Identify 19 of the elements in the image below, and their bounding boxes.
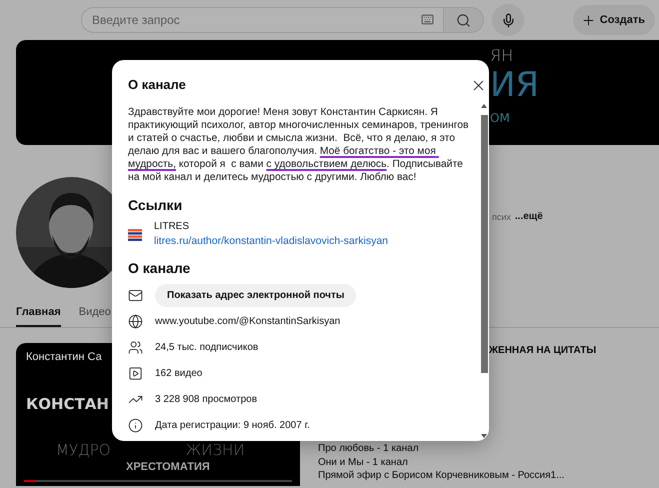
detail-text: Дата регистрации: 9 нояб. 2007 г.	[155, 420, 310, 430]
detail-text: 24,5 тыс. подписчиков	[155, 342, 258, 352]
section-heading: О канале	[128, 259, 192, 277]
link-title: LITRES	[154, 220, 190, 234]
dialog-title: О канале	[128, 76, 186, 94]
detail-text: 3 228 908 просмотров	[155, 394, 258, 404]
video-title: Константин Са	[26, 351, 102, 364]
banner-text: ЯН	[490, 48, 514, 64]
section-heading: Ссылки	[128, 196, 184, 214]
detail-text: 162 видео	[155, 368, 202, 378]
cover-text: МУДРО	[56, 441, 111, 459]
description-text: псих	[492, 212, 511, 222]
banner-text: ИЯ	[490, 68, 540, 102]
channel-description: Здравствуйте мои дорогие! Меня зовут Константин Саркисян. Я практикующий психолог, автор многочисленных семинаров, тренингов и статей о счастье, любви и смысла жизни. Всё, что я делаю, я это делаю для вас и вашего благополучия. Моё богатство - это моя мудрость, которой я с вами с удовольствием делюсь. Подписывайте на мой канал и делитесь мудростью с другими. Люблю вас!	[128, 106, 470, 184]
playlist-title: ЖЕННАЯ НА ЦИТАТЫ	[489, 345, 596, 356]
cover-caption: ХРЕСТОМАТИЯ	[126, 461, 210, 474]
cover-text: КОНСТАН	[26, 394, 109, 414]
cover-text: ЖИЗНИ	[186, 441, 245, 459]
banner-text: ОМ	[490, 112, 511, 124]
